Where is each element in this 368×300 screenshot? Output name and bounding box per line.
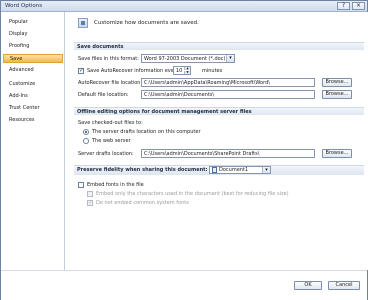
save-format-value: Word 97-2003 Document (*.doc) xyxy=(144,56,226,62)
checkout-label: Save checked-out files to: xyxy=(78,120,143,126)
sidebar-item-save[interactable]: Save xyxy=(3,54,63,63)
autorecover-location-field[interactable]: C:\Users\admin\AppData\Roaming\Microsoft… xyxy=(141,78,315,87)
autorecover-minutes-spinner[interactable]: 10 ▲ ▼ xyxy=(173,66,191,75)
autorecover-label: Save AutoRecover information every xyxy=(87,68,179,74)
default-location-value: C:\Users\admin\Documents\ xyxy=(144,92,215,98)
window-title: Word Options xyxy=(5,3,43,9)
autorecover-minutes-value: 10 xyxy=(176,68,183,74)
save-options-icon xyxy=(78,18,88,28)
chevron-down-icon: ▾ xyxy=(262,167,270,173)
autorecover-browse-button[interactable]: Browse... xyxy=(322,78,352,87)
sidebar-item-advanced[interactable]: Advanced xyxy=(3,66,63,75)
no-common-fonts-label: Do not embed common system fonts xyxy=(96,200,189,206)
fidelity-document-select[interactable]: Document1 ▾ xyxy=(209,166,271,174)
fidelity-document-value: Document1 xyxy=(219,167,249,173)
server-drafts-location-field[interactable]: C:\Users\admin\Documents\SharePoint Draf… xyxy=(141,149,315,158)
server-drafts-option-label: The server drafts location on this compu… xyxy=(92,129,201,135)
autorecover-checkbox[interactable] xyxy=(78,67,84,74)
title-bar[interactable]: Word Options ? × xyxy=(1,1,367,12)
section-save-documents: Save documents xyxy=(74,42,364,50)
autorecover-location-label: AutoRecover file location: xyxy=(78,80,143,86)
server-drafts-location-value: C:\Users\admin\Documents\SharePoint Draf… xyxy=(144,151,260,157)
no-common-fonts-checkbox xyxy=(87,199,93,206)
default-location-browse-button[interactable]: Browse... xyxy=(322,90,352,99)
web-server-radio[interactable] xyxy=(83,138,89,144)
sidebar-item-proofing[interactable]: Proofing xyxy=(3,42,63,51)
section-offline-editing: Offline editing options for document man… xyxy=(74,107,364,115)
word-document-icon xyxy=(212,167,217,173)
sidebar-item-trust-center[interactable]: Trust Center xyxy=(3,104,63,113)
ok-button[interactable]: OK xyxy=(294,281,322,290)
embed-fonts-label: Embed fonts in the file xyxy=(87,182,144,188)
save-format-select[interactable]: Word 97-2003 Document (*.doc) ▾ xyxy=(141,54,235,63)
default-location-field[interactable]: C:\Users\admin\Documents\ xyxy=(141,90,315,99)
format-label: Save files in this format: xyxy=(78,56,139,62)
sidebar-item-add-ins[interactable]: Add-Ins xyxy=(3,92,63,101)
embed-only-used-label: Embed only the characters used in the do… xyxy=(96,191,289,197)
dialog-footer: OK Cancel xyxy=(1,270,367,300)
close-button[interactable]: × xyxy=(352,2,365,10)
minutes-label: minutes xyxy=(202,68,223,74)
page-header-text: Customize how documents are saved. xyxy=(94,20,199,26)
options-content: Customize how documents are saved. Save … xyxy=(66,12,368,270)
embed-fonts-checkbox[interactable] xyxy=(78,182,84,188)
options-sidebar: Popular Display Proofing Save Advanced C… xyxy=(1,12,65,300)
autorecover-location-value: C:\Users\admin\AppData\Roaming\Microsoft… xyxy=(144,80,270,86)
server-drafts-location-label: Server drafts location: xyxy=(78,151,134,157)
page-header: Customize how documents are saved. xyxy=(74,16,364,30)
server-drafts-radio[interactable] xyxy=(83,129,89,135)
sidebar-item-resources[interactable]: Resources xyxy=(3,116,63,125)
default-location-label: Default file location: xyxy=(78,92,129,98)
spin-down-icon[interactable]: ▼ xyxy=(184,71,190,74)
preserve-fidelity-title: Preserve fidelity when sharing this docu… xyxy=(77,167,208,173)
sidebar-item-popular[interactable]: Popular xyxy=(3,18,63,27)
chevron-down-icon: ▾ xyxy=(226,55,234,62)
cancel-button[interactable]: Cancel xyxy=(328,281,360,290)
web-server-option-label: The web server xyxy=(92,138,131,144)
sidebar-item-display[interactable]: Display xyxy=(3,30,63,39)
embed-only-used-checkbox xyxy=(87,191,93,197)
sidebar-item-customize[interactable]: Customize xyxy=(3,80,63,89)
help-button[interactable]: ? xyxy=(337,2,350,10)
server-drafts-browse-button[interactable]: Browse... xyxy=(322,149,352,158)
word-options-dialog: Word Options ? × Popular Display Proofin… xyxy=(0,0,368,300)
